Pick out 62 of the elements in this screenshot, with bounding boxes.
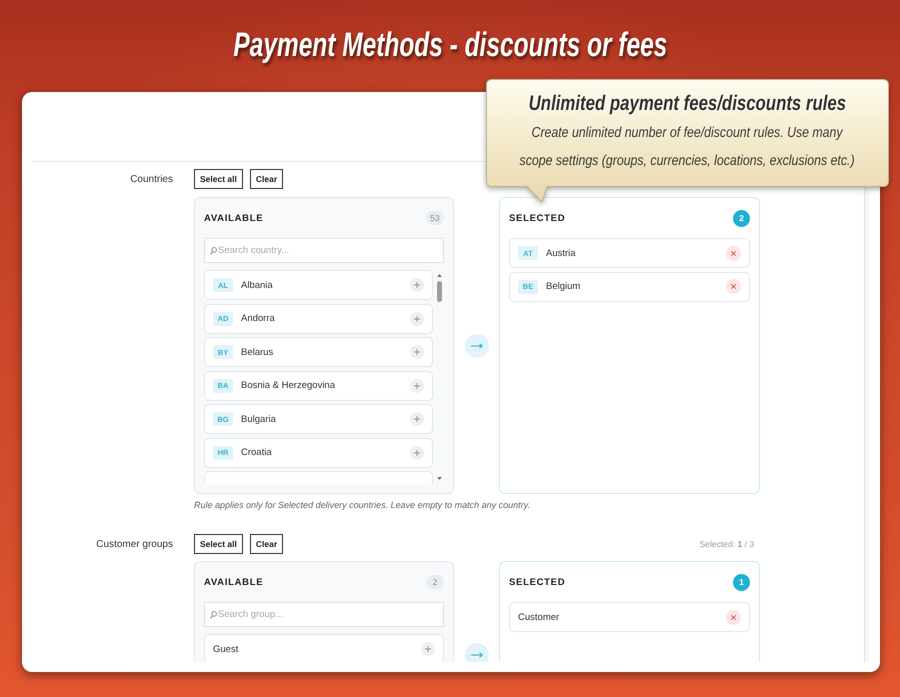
- remove-button[interactable]: [726, 246, 741, 260]
- select-all-button[interactable]: Select all: [194, 534, 243, 554]
- arrow-right-icon: [470, 342, 482, 348]
- selected-item[interactable]: Customer: [509, 602, 750, 632]
- item-name: Bulgaria: [241, 414, 277, 424]
- item-name: Belgium: [546, 281, 582, 292]
- plus-icon: [425, 646, 431, 652]
- add-button[interactable]: [410, 378, 424, 392]
- selected-count-text: Selected: 1 / 3: [700, 539, 755, 549]
- add-button[interactable]: [421, 642, 435, 656]
- item-name: Guest: [213, 644, 240, 654]
- add-button[interactable]: [410, 312, 424, 326]
- clear-button[interactable]: Clear: [250, 534, 284, 554]
- scroll-up-icon[interactable]: [437, 274, 442, 277]
- remove-button[interactable]: [726, 610, 741, 624]
- select-all-button[interactable]: Select all: [194, 169, 243, 189]
- add-button[interactable]: [410, 412, 424, 426]
- plus-icon: [414, 349, 420, 355]
- remove-button[interactable]: [726, 279, 741, 294]
- search-field[interactable]: Search country...: [204, 238, 444, 263]
- search-icon: [210, 246, 217, 254]
- close-icon: [731, 614, 736, 620]
- add-button[interactable]: [410, 278, 424, 292]
- add-button[interactable]: [410, 446, 424, 460]
- search-field[interactable]: Search group...: [204, 602, 444, 627]
- close-icon: [731, 284, 736, 289]
- move-right-button[interactable]: [464, 334, 488, 358]
- item-name: Andorra: [241, 313, 276, 324]
- item-name: Croatia: [241, 447, 273, 458]
- list-item[interactable]: Guest: [204, 634, 444, 662]
- count-badge: 2: [426, 575, 444, 589]
- search-icon: [210, 610, 217, 618]
- arrow-right-icon: [470, 652, 482, 658]
- page-title: Payment Methods - discounts or fees: [233, 26, 667, 66]
- count-badge: 53: [426, 211, 444, 225]
- move-right-button[interactable]: [464, 643, 488, 662]
- item-name: Albania: [241, 280, 274, 290]
- item-name: Bosnia & Herzegovina: [241, 380, 336, 391]
- count-badge: 2: [733, 210, 750, 226]
- item-name: Austria: [546, 248, 577, 258]
- clear-button[interactable]: Clear: [250, 169, 284, 189]
- plus-icon: [414, 450, 420, 456]
- list-heading: SELECTED: [509, 212, 566, 224]
- help-text: Rule applies only for Selected delivery countries. Leave empty to match any country.: [194, 499, 532, 511]
- item-name: Belarus: [241, 346, 274, 358]
- close-icon: [731, 250, 736, 256]
- list-heading: AVAILABLE: [204, 576, 264, 588]
- tooltip-text: Create unlimited number of fee/discount rules. Use many scope settings (groups, currencies, locations, exclusions etc.): [520, 124, 855, 171]
- add-button[interactable]: [410, 345, 424, 359]
- list-heading: SELECTED: [509, 576, 566, 588]
- list-heading: AVAILABLE: [204, 212, 264, 224]
- item-name: Customer: [518, 612, 560, 622]
- plus-icon: [414, 282, 420, 288]
- field-label: Customer groups: [96, 539, 173, 550]
- plus-icon: [414, 316, 420, 322]
- plus-icon: [414, 416, 420, 422]
- tooltip-title: Unlimited payment fees/discounts rules: [528, 91, 846, 117]
- scrollbar-thumb[interactable]: [437, 281, 442, 302]
- plus-icon: [414, 382, 420, 388]
- count-badge: 1: [733, 574, 750, 590]
- field-label: Countries: [130, 174, 173, 185]
- scroll-down-icon[interactable]: [437, 477, 442, 480]
